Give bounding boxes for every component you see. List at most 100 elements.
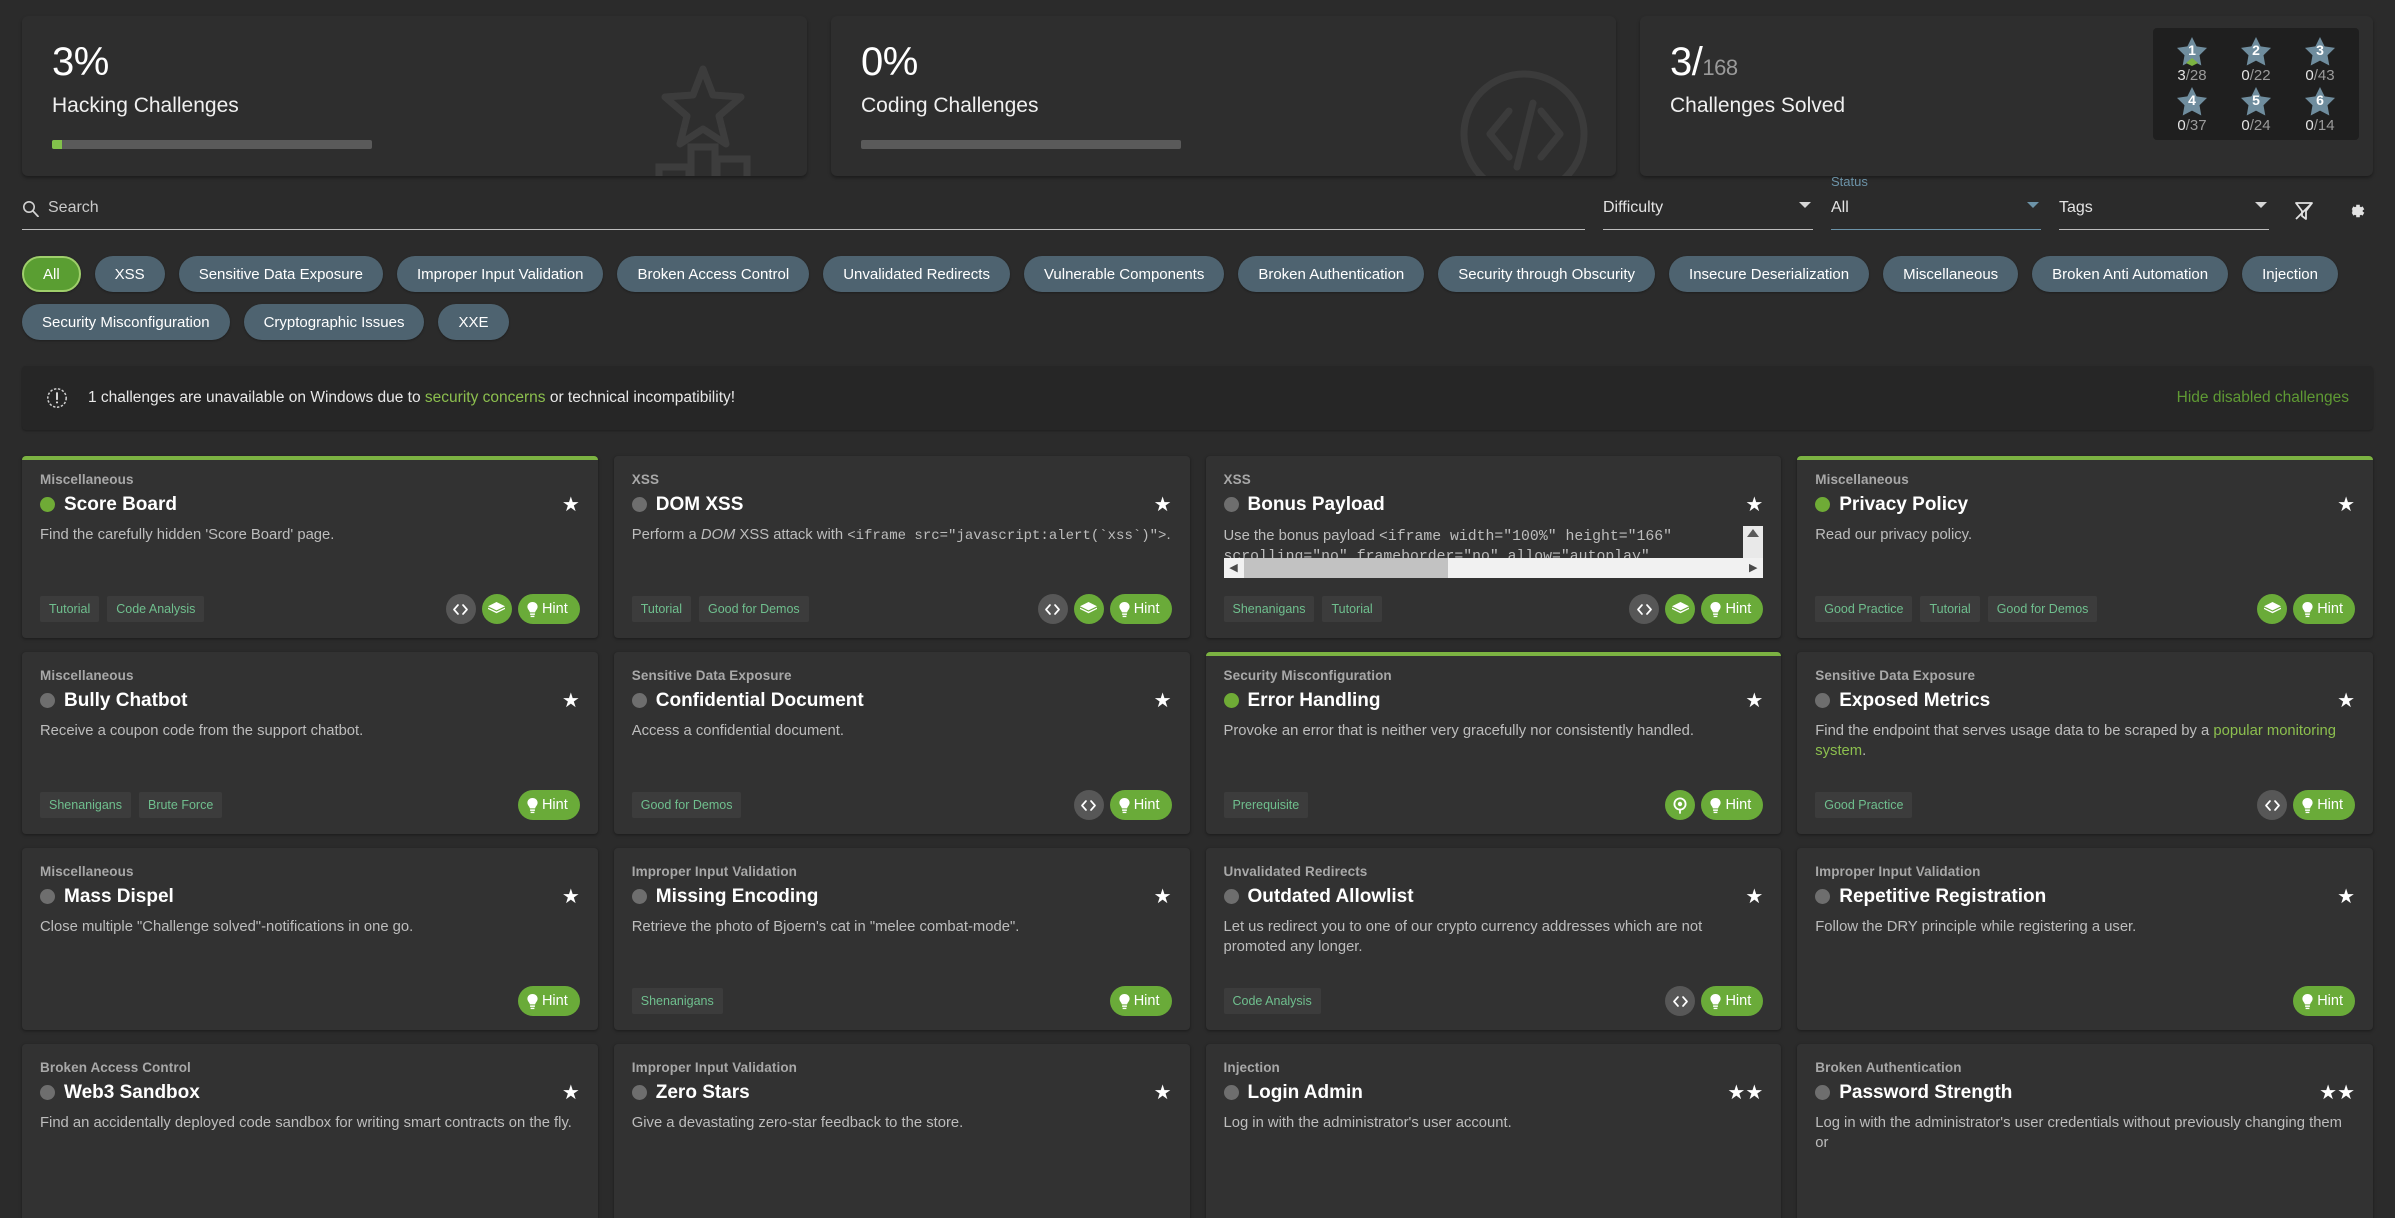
challenge-tag[interactable]: Shenanigans xyxy=(40,792,131,818)
challenge-card[interactable]: Broken Access ControlWeb3 Sandbox★Find a… xyxy=(22,1044,598,1218)
category-chip-vulnerable-components[interactable]: Vulnerable Components xyxy=(1024,256,1224,292)
challenge-tag[interactable]: Tutorial xyxy=(1322,596,1381,622)
tutorial-icon[interactable] xyxy=(2257,594,2287,624)
challenge-card[interactable]: Improper Input ValidationMissing Encodin… xyxy=(614,848,1190,1030)
category-chip-broken-authentication[interactable]: Broken Authentication xyxy=(1238,256,1424,292)
difficulty-star-icon[interactable]: ★ xyxy=(1745,495,1763,515)
challenge-tag[interactable]: Tutorial xyxy=(632,596,691,622)
challenge-card[interactable]: Broken AuthenticationPassword Strength★★… xyxy=(1797,1044,2373,1218)
challenge-tag[interactable]: Prerequisite xyxy=(1224,792,1309,818)
category-chip-unvalidated-redirects[interactable]: Unvalidated Redirects xyxy=(823,256,1010,292)
difficulty-star-icon[interactable]: ★ xyxy=(562,1083,580,1103)
code-snippet-icon[interactable] xyxy=(1074,790,1104,820)
challenge-card[interactable]: InjectionLogin Admin★★Log in with the ad… xyxy=(1206,1044,1782,1218)
difficulty-star-icon[interactable]: ★ xyxy=(562,495,580,515)
challenge-tag[interactable]: Shenanigans xyxy=(632,988,723,1014)
inspect-search-icon[interactable] xyxy=(1665,790,1695,820)
category-chip-improper-input-validation[interactable]: Improper Input Validation xyxy=(397,256,604,292)
difficulty-star-icon[interactable]: ★ xyxy=(1154,691,1172,711)
difficulty-star-icon[interactable]: ★ xyxy=(562,887,580,907)
code-snippet-icon[interactable] xyxy=(2257,790,2287,820)
category-chip-all[interactable]: All xyxy=(22,256,81,292)
challenge-card[interactable]: Security MisconfigurationError Handling★… xyxy=(1206,652,1782,834)
category-chip-security-misconfiguration[interactable]: Security Misconfiguration xyxy=(22,304,230,340)
hint-button[interactable]: Hint xyxy=(2293,790,2355,820)
hint-button[interactable]: Hint xyxy=(1701,790,1763,820)
category-chip-xss[interactable]: XSS xyxy=(95,256,165,292)
challenge-tag[interactable]: Good Practice xyxy=(1815,792,1912,818)
challenge-card[interactable]: Sensitive Data ExposureConfidential Docu… xyxy=(614,652,1190,834)
horizontal-scroll-track[interactable] xyxy=(1244,558,1744,578)
difficulty-star-icon[interactable]: ★ xyxy=(2337,495,2355,515)
challenge-tag[interactable]: Code Analysis xyxy=(107,596,204,622)
difficulty-star-icon[interactable]: ★ xyxy=(2337,691,2355,711)
challenge-card[interactable]: Unvalidated RedirectsOutdated Allowlist★… xyxy=(1206,848,1782,1030)
tutorial-icon[interactable] xyxy=(1074,594,1104,624)
hint-button[interactable]: Hint xyxy=(1701,594,1763,624)
hint-button[interactable]: Hint xyxy=(2293,594,2355,624)
challenge-tag[interactable]: Good Practice xyxy=(1815,596,1912,622)
challenge-card[interactable]: Improper Input ValidationZero Stars★Give… xyxy=(614,1044,1190,1218)
scroll-right-arrow-icon[interactable]: ▶ xyxy=(1743,561,1763,574)
difficulty-star-icon[interactable]: ★ xyxy=(1154,495,1172,515)
search-field[interactable] xyxy=(22,196,1585,230)
challenge-tag[interactable]: Good for Demos xyxy=(699,596,809,622)
code-snippet-icon[interactable] xyxy=(1629,594,1659,624)
difficulty-star-icon[interactable]: ★ xyxy=(1154,887,1172,907)
challenge-card[interactable]: MiscellaneousScore Board★Find the carefu… xyxy=(22,456,598,638)
horizontal-scrollbar[interactable]: ◀▶ xyxy=(1224,558,1764,578)
category-chip-insecure-deserialization[interactable]: Insecure Deserialization xyxy=(1669,256,1869,292)
challenge-tag[interactable]: Code Analysis xyxy=(1224,988,1321,1014)
challenge-tag[interactable]: Shenanigans xyxy=(1224,596,1315,622)
challenge-card[interactable]: XSSDOM XSS★Perform a DOM XSS attack with… xyxy=(614,456,1190,638)
challenge-card[interactable]: MiscellaneousBully Chatbot★Receive a cou… xyxy=(22,652,598,834)
difficulty-star-icon[interactable]: ★ xyxy=(1745,1083,1763,1103)
difficulty-star-icon[interactable]: ★ xyxy=(2337,1083,2355,1103)
hint-button[interactable]: Hint xyxy=(2293,986,2355,1016)
code-snippet-icon[interactable] xyxy=(446,594,476,624)
search-input[interactable] xyxy=(48,199,1585,217)
category-chip-sensitive-data-exposure[interactable]: Sensitive Data Exposure xyxy=(179,256,383,292)
code-snippet-icon[interactable] xyxy=(1665,986,1695,1016)
challenge-card[interactable]: Improper Input ValidationRepetitive Regi… xyxy=(1797,848,2373,1030)
hint-button[interactable]: Hint xyxy=(1110,594,1172,624)
category-chip-injection[interactable]: Injection xyxy=(2242,256,2338,292)
category-chip-miscellaneous[interactable]: Miscellaneous xyxy=(1883,256,2018,292)
tutorial-icon[interactable] xyxy=(482,594,512,624)
category-chip-broken-access-control[interactable]: Broken Access Control xyxy=(617,256,809,292)
challenge-card[interactable]: XSSBonus Payload★Use the bonus payload <… xyxy=(1206,456,1782,638)
hint-button[interactable]: Hint xyxy=(1701,986,1763,1016)
difficulty-star-icon[interactable]: ★ xyxy=(562,691,580,711)
hint-button[interactable]: Hint xyxy=(518,594,580,624)
hint-button[interactable]: Hint xyxy=(518,790,580,820)
difficulty-star-icon[interactable]: ★ xyxy=(1727,1083,1745,1103)
challenge-card[interactable]: MiscellaneousMass Dispel★Close multiple … xyxy=(22,848,598,1030)
challenge-tag[interactable]: Good for Demos xyxy=(632,792,742,818)
challenge-tag[interactable]: Tutorial xyxy=(1920,596,1979,622)
hint-button[interactable]: Hint xyxy=(1110,790,1172,820)
challenge-card[interactable]: MiscellaneousPrivacy Policy★Read our pri… xyxy=(1797,456,2373,638)
hide-disabled-challenges-link[interactable]: Hide disabled challenges xyxy=(2177,389,2349,407)
category-chip-security-through-obscurity[interactable]: Security through Obscurity xyxy=(1438,256,1655,292)
challenge-card[interactable]: Sensitive Data ExposureExposed Metrics★F… xyxy=(1797,652,2373,834)
difficulty-star-icon[interactable]: ★ xyxy=(1745,691,1763,711)
security-concerns-link[interactable]: security concerns xyxy=(425,389,546,406)
funnel-icon[interactable] xyxy=(2287,194,2321,228)
difficulty-star-icon[interactable]: ★ xyxy=(2319,1083,2337,1103)
category-chip-broken-anti-automation[interactable]: Broken Anti Automation xyxy=(2032,256,2228,292)
category-chip-xxe[interactable]: XXE xyxy=(438,304,508,340)
hint-button[interactable]: Hint xyxy=(518,986,580,1016)
hint-button[interactable]: Hint xyxy=(1110,986,1172,1016)
status-select[interactable]: Status All xyxy=(1831,196,2041,230)
tutorial-icon[interactable] xyxy=(1665,594,1695,624)
difficulty-star-icon[interactable]: ★ xyxy=(1745,887,1763,907)
horizontal-scroll-thumb[interactable] xyxy=(1244,558,1449,578)
challenge-tag[interactable]: Brute Force xyxy=(139,792,222,818)
difficulty-star-icon[interactable]: ★ xyxy=(1154,1083,1172,1103)
scroll-up-arrow-icon[interactable] xyxy=(1747,529,1759,537)
challenge-tag[interactable]: Good for Demos xyxy=(1988,596,2098,622)
challenge-tag[interactable]: Tutorial xyxy=(40,596,99,622)
scroll-left-arrow-icon[interactable]: ◀ xyxy=(1224,561,1244,574)
difficulty-select[interactable]: Difficulty xyxy=(1603,196,1813,230)
challenge-description-scroll[interactable]: Use the bonus payload <iframe width="100… xyxy=(1224,526,1764,578)
